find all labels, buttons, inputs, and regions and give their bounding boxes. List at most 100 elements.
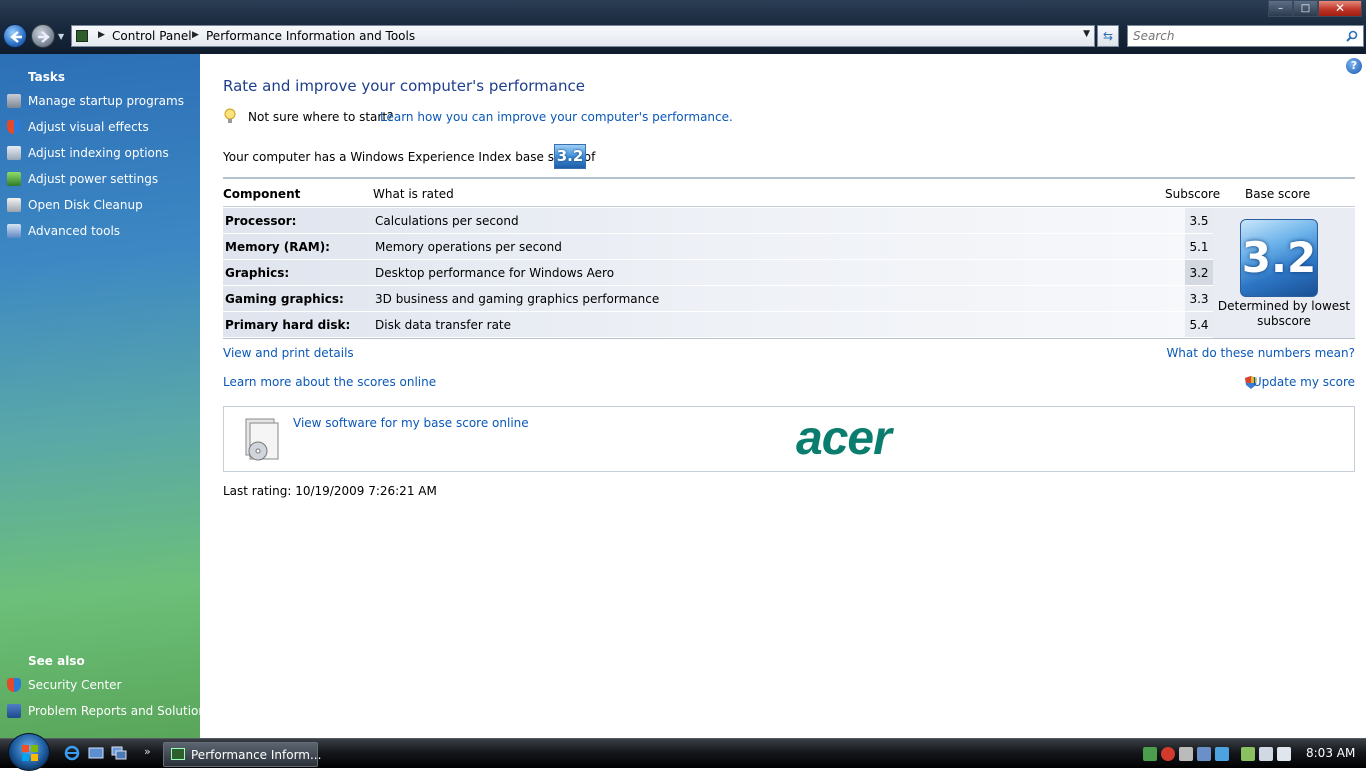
task-indexing-options[interactable]: Adjust indexing options (0, 144, 200, 164)
view-software-link[interactable]: View software for my base score online (293, 416, 529, 430)
base-score-badge-small: 3.2 (554, 144, 586, 169)
task-power-settings[interactable]: Adjust power settings (0, 170, 200, 190)
task-label[interactable]: Adjust power settings (28, 172, 158, 186)
table-row: Gaming graphics: 3D business and gaming … (223, 286, 1355, 312)
startup-programs-icon (7, 94, 21, 108)
switch-windows-icon[interactable] (111, 745, 127, 761)
base-score-sentence: Your computer has a Windows Experience I… (223, 150, 596, 164)
sync-tray-icon[interactable] (1197, 747, 1211, 761)
search-input[interactable] (1128, 26, 1328, 46)
close-button[interactable]: ✕ (1318, 0, 1362, 17)
table-divider (223, 338, 1355, 339)
view-print-details-link[interactable]: View and print details (223, 346, 354, 360)
back-button[interactable] (3, 24, 27, 48)
subscore-value: 3.3 (1189, 292, 1209, 306)
task-visual-effects[interactable]: Adjust visual effects (0, 118, 200, 138)
address-bar[interactable]: ▶ Control Panel ▶ Performance Informatio… (71, 25, 1095, 47)
task-label[interactable]: Adjust indexing options (28, 146, 169, 160)
learn-scores-online-link[interactable]: Learn more about the scores online (223, 375, 436, 389)
refresh-button[interactable]: ⇆ (1097, 25, 1119, 47)
what-numbers-mean-link[interactable]: What do these numbers mean? (1166, 346, 1355, 360)
component-name: Primary hard disk: (225, 318, 351, 332)
lightbulb-icon (224, 108, 236, 123)
component-name: Gaming graphics: (225, 292, 344, 306)
task-label[interactable]: Advanced tools (28, 224, 120, 238)
task-label[interactable]: Open Disk Cleanup (28, 198, 143, 212)
recent-pages-dropdown-icon[interactable]: ▼ (58, 32, 64, 41)
task-label[interactable]: Adjust visual effects (28, 120, 149, 134)
task-manage-startup[interactable]: Manage startup programs (0, 92, 200, 112)
see-also-security-center[interactable]: Security Center (0, 676, 200, 696)
task-label[interactable]: Manage startup programs (28, 94, 184, 108)
what-is-rated: 3D business and gaming graphics performa… (375, 292, 660, 306)
quick-launch-chevron-icon[interactable]: » (144, 745, 151, 758)
table-row: Processor: Calculations per second 3.5 (223, 208, 1355, 234)
what-is-rated: Desktop performance for Windows Aero (375, 266, 615, 280)
internet-explorer-icon[interactable] (64, 745, 80, 761)
breadcrumb-arrow-icon[interactable]: ▶ (98, 30, 105, 40)
advanced-tools-icon (7, 224, 21, 238)
subscore-value: 5.1 (1189, 240, 1209, 254)
display-tray-icon[interactable] (1215, 747, 1229, 761)
column-header-component: Component (223, 187, 301, 201)
windows-logo-icon (22, 745, 38, 761)
forward-arrow-icon (38, 31, 50, 43)
security-center-icon (7, 678, 21, 692)
table-header: Component What is rated Subscore Base sc… (223, 177, 1355, 207)
help-icon[interactable]: ? (1346, 58, 1362, 74)
what-is-rated: Calculations per second (375, 214, 519, 228)
shield-icon (7, 120, 21, 134)
show-desktop-icon[interactable] (88, 745, 104, 761)
taskbar-button-performance[interactable]: Performance Inform... (163, 742, 322, 767)
column-header-subscore: Subscore (1165, 187, 1221, 201)
refresh-icon: ⇆ (1102, 29, 1114, 43)
see-also-label[interactable]: Problem Reports and Solutions (28, 704, 212, 718)
breadcrumb-arrow-icon[interactable]: ▶ (192, 30, 199, 40)
breadcrumb-performance[interactable]: Performance Information and Tools (206, 29, 415, 43)
task-disk-cleanup[interactable]: Open Disk Cleanup (0, 196, 200, 216)
power-icon (7, 172, 21, 186)
base-score-panel: 3.2 Determined by lowest subscore (1213, 208, 1355, 338)
start-button[interactable] (8, 733, 50, 771)
base-score-badge: 3.2 (1240, 219, 1318, 297)
volume-icon[interactable] (1277, 747, 1291, 761)
indexing-icon (7, 146, 21, 160)
maximize-button[interactable]: □ (1293, 0, 1318, 17)
see-also-label[interactable]: Security Center (28, 678, 121, 692)
clock[interactable]: 8:03 AM (1306, 746, 1355, 760)
page-title: Rate and improve your computer's perform… (223, 77, 585, 95)
update-score-link[interactable]: Update my score (1253, 375, 1355, 389)
network-tray-icon[interactable] (1143, 747, 1157, 761)
learn-improve-link[interactable]: Learn how you can improve your computer'… (380, 110, 733, 124)
see-also-problem-reports[interactable]: Problem Reports and Solutions (0, 702, 212, 722)
security-alert-icon[interactable] (1161, 747, 1175, 761)
connection-tray-icon[interactable] (1259, 747, 1273, 761)
window-controls: – □ ✕ (1268, 0, 1362, 17)
search-box[interactable] (1127, 25, 1364, 47)
task-advanced-tools[interactable]: Advanced tools (0, 222, 200, 242)
last-rating: Last rating: 10/19/2009 7:26:21 AM (223, 484, 437, 498)
component-name: Memory (RAM): (225, 240, 330, 254)
software-box-icon (245, 418, 279, 461)
component-name: Graphics: (225, 266, 290, 280)
column-header-what-is-rated: What is rated (373, 187, 454, 201)
minimize-button[interactable]: – (1268, 0, 1293, 17)
search-icon[interactable] (1346, 30, 1358, 42)
disk-cleanup-icon (7, 198, 21, 212)
subscore-value: 5.4 (1189, 318, 1209, 332)
control-panel-icon (76, 30, 88, 42)
taskbar-button-label: Performance Inform... (191, 748, 322, 762)
address-dropdown-icon[interactable]: ▼ (1083, 29, 1090, 39)
table-row: Memory (RAM): Memory operations per seco… (223, 234, 1355, 260)
breadcrumb-control-panel[interactable]: Control Panel (112, 29, 192, 43)
forward-button[interactable] (31, 24, 55, 48)
table-row: Primary hard disk: Disk data transfer ra… (223, 312, 1355, 338)
title-bar: – □ ✕ ▼ ▶ Control Panel ▶ Performance In… (0, 0, 1366, 54)
subscore-value: 3.2 (1189, 266, 1209, 280)
column-header-base-score: Base score (1245, 187, 1311, 201)
power-tray-icon[interactable] (1241, 747, 1255, 761)
device-tray-icon[interactable] (1179, 747, 1193, 761)
back-arrow-icon (10, 31, 22, 43)
taskbar: » Performance Inform... 8:03 AM (0, 733, 1366, 771)
what-is-rated: Disk data transfer rate (375, 318, 512, 332)
